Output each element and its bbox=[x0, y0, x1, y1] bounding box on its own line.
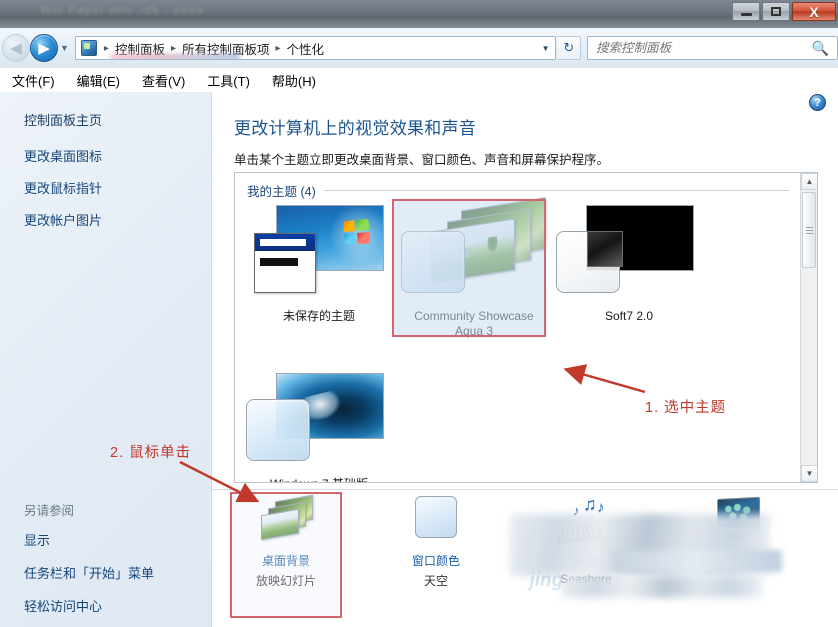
help-icon[interactable]: ? bbox=[809, 94, 826, 111]
maximize-icon bbox=[771, 7, 781, 16]
see-also-links: 显示 任务栏和「开始」菜单 轻松访问中心 bbox=[24, 530, 154, 615]
address-dropdown-icon[interactable]: ▼ bbox=[537, 37, 555, 59]
theme-label: Community Showcase Aqua 3 bbox=[414, 309, 534, 338]
censor-overlay bbox=[612, 550, 782, 572]
menu-bar: 文件(F) 编辑(E) 查看(V) 工具(T) 帮助(H) bbox=[0, 68, 838, 92]
address-bar[interactable]: ▸ 控制面板 ▸ 所有控制面板项 ▸ 个性化 ▼ bbox=[74, 36, 556, 60]
window-glass-preview-icon bbox=[556, 231, 623, 293]
sidebar-item-ease-of-access-center[interactable]: 轻松访问中心 bbox=[24, 596, 154, 615]
refresh-button[interactable]: ↻ bbox=[557, 36, 581, 60]
window-body: 控制面板主页 更改桌面图标 更改鼠标指针 更改帐户图片 另请参阅 显示 任务栏和… bbox=[0, 92, 838, 627]
sidebar-item-change-desktop-icons[interactable]: 更改桌面图标 bbox=[24, 146, 102, 165]
breadcrumb-separator: ▸ bbox=[170, 42, 176, 54]
menu-item-tools[interactable]: 工具(T) bbox=[203, 70, 254, 91]
sidebar-item-change-mouse-pointers[interactable]: 更改鼠标指针 bbox=[24, 178, 102, 197]
maximize-button[interactable] bbox=[762, 2, 790, 21]
slideshow-stack-icon bbox=[257, 494, 315, 548]
minimize-button[interactable] bbox=[732, 2, 760, 21]
search-input[interactable] bbox=[595, 41, 806, 55]
window-glass-preview-icon bbox=[246, 399, 310, 461]
theme-item-unsaved[interactable]: 未保存的主题 bbox=[243, 201, 395, 353]
setting-desktop-background[interactable]: 桌面背景 放映幻灯片 bbox=[234, 494, 338, 589]
close-button[interactable]: X bbox=[792, 2, 836, 21]
address-blur-overlay bbox=[109, 54, 240, 59]
forward-button[interactable]: ▶ bbox=[30, 34, 58, 62]
menu-item-view[interactable]: 查看(V) bbox=[138, 70, 189, 91]
sidebar-task-links: 更改桌面图标 更改鼠标指针 更改帐户图片 bbox=[24, 146, 102, 242]
window-glass-preview-icon bbox=[401, 231, 465, 293]
breadcrumb-separator: ▸ bbox=[275, 42, 281, 54]
setting-value: 天空 bbox=[423, 574, 448, 588]
theme-list-panel[interactable]: 我的主题 (4) 未保存的主题 Community Showcase Aqua … bbox=[234, 172, 818, 483]
theme-list-scrollbar[interactable]: ▲ ▼ bbox=[800, 173, 817, 482]
window-title-ghost: Win Paper info .idk - aaaa bbox=[40, 3, 205, 17]
theme-settings-bar: 桌面背景 放映幻灯片 窗口颜色 天空 ♪ ♫ ♪ jing bbox=[212, 489, 838, 627]
content-pane: ? 更改计算机上的视觉效果和声音 单击某个主题立即更改桌面背景、窗口颜色、声音和… bbox=[212, 92, 838, 627]
scrollbar-grip-icon bbox=[805, 226, 813, 234]
setting-label[interactable]: 窗口颜色 bbox=[412, 552, 460, 569]
back-arrow-icon: ◀ bbox=[10, 39, 22, 57]
theme-thumbnail bbox=[246, 371, 392, 475]
close-icon: X bbox=[809, 3, 819, 20]
sidebar: 控制面板主页 更改桌面图标 更改鼠标指针 更改帐户图片 另请参阅 显示 任务栏和… bbox=[0, 92, 212, 627]
sidebar-item-change-account-picture[interactable]: 更改帐户图片 bbox=[24, 210, 102, 229]
scrollbar-thumb[interactable] bbox=[802, 192, 816, 268]
theme-label: Windows 7 基础版 bbox=[244, 477, 394, 482]
theme-grid: 未保存的主题 Community Showcase Aqua 3 Soft7 2… bbox=[243, 197, 797, 482]
title-bar: Win Paper info .idk - aaaa X bbox=[0, 0, 838, 28]
scroll-down-button[interactable]: ▼ bbox=[801, 465, 817, 482]
theme-thumbnail bbox=[401, 197, 547, 307]
setting-value: 放映幻灯片 bbox=[255, 574, 316, 588]
back-button[interactable]: ◀ bbox=[2, 34, 30, 62]
control-panel-icon bbox=[80, 40, 97, 56]
theme-item-windows-7-basic[interactable]: Windows 7 基础版 bbox=[243, 369, 395, 482]
page-subtitle: 单击某个主题立即更改桌面背景、窗口颜色、声音和屏幕保护程序。 bbox=[234, 153, 610, 167]
setting-label[interactable]: 桌面背景 bbox=[262, 552, 310, 569]
search-box[interactable]: 🔍 bbox=[586, 36, 838, 60]
annotation-label-2: 2. 鼠标单击 bbox=[110, 445, 192, 461]
minimize-icon bbox=[740, 13, 752, 16]
sidebar-item-control-panel-home[interactable]: 控制面板主页 bbox=[24, 110, 102, 129]
menu-item-help[interactable]: 帮助(H) bbox=[268, 70, 320, 91]
scroll-up-button[interactable]: ▲ bbox=[801, 173, 817, 190]
window-controls: X bbox=[730, 2, 836, 21]
watermark: jing bbox=[530, 570, 564, 591]
address-bar-row: ◀ ▶ ▼ ▸ 控制面板 ▸ 所有控制面板项 ▸ 个性化 ▼ ↻ 🔍 bbox=[0, 28, 838, 68]
breadcrumb-item-2[interactable]: 个性化 bbox=[284, 39, 328, 58]
page-title: 更改计算机上的视觉效果和声音 bbox=[234, 119, 477, 138]
recent-pages-button[interactable]: ▼ bbox=[60, 43, 69, 53]
navigation-buttons: ◀ ▶ ▼ bbox=[2, 34, 69, 62]
breadcrumb-separator: ▸ bbox=[103, 42, 109, 54]
annotation-label-1: 1. 选中主题 bbox=[645, 400, 727, 416]
see-also-heading: 另请参阅 bbox=[24, 504, 75, 518]
menu-item-edit[interactable]: 编辑(E) bbox=[73, 70, 124, 91]
theme-label: 未保存的主题 bbox=[282, 309, 355, 323]
setting-window-color[interactable]: 窗口颜色 天空 bbox=[384, 496, 488, 589]
personalization-window: Win Paper info .idk - aaaa X ◀ ▶ ▼ ▸ 控制面… bbox=[0, 0, 838, 627]
search-icon: 🔍 bbox=[811, 39, 829, 56]
theme-thumbnail bbox=[246, 203, 392, 307]
censor-overlay bbox=[562, 576, 762, 598]
theme-group-label: 我的主题 (4) bbox=[247, 185, 316, 199]
theme-item-soft7-2-0[interactable]: Soft7 2.0 bbox=[553, 201, 705, 353]
forward-arrow-icon: ▶ bbox=[38, 39, 50, 57]
theme-group-header: 我的主题 (4) bbox=[247, 181, 789, 200]
sidebar-item-taskbar-start-menu[interactable]: 任务栏和「开始」菜单 bbox=[24, 563, 154, 582]
window-glass-icon bbox=[407, 496, 465, 548]
group-divider bbox=[323, 190, 789, 191]
classic-window-icon bbox=[254, 233, 316, 293]
sidebar-item-display[interactable]: 显示 bbox=[24, 530, 154, 549]
theme-thumbnail bbox=[556, 203, 702, 307]
theme-label: Soft7 2.0 bbox=[604, 309, 654, 323]
menu-item-file[interactable]: 文件(F) bbox=[8, 70, 59, 91]
theme-item-community-showcase-aqua-3[interactable]: Community Showcase Aqua 3 bbox=[398, 197, 550, 353]
